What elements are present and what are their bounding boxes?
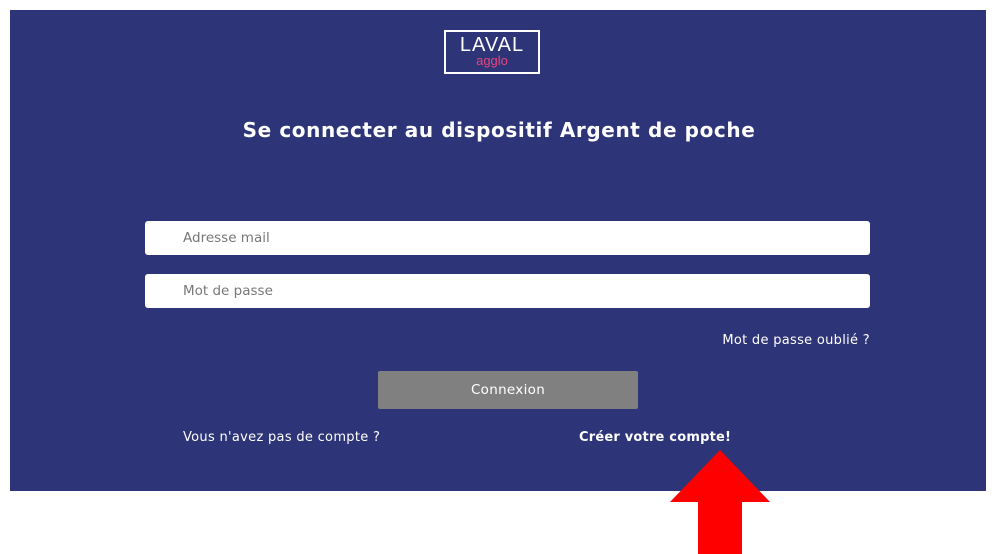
create-account-link[interactable]: Créer votre compte! xyxy=(579,430,731,445)
password-field[interactable] xyxy=(145,274,870,308)
forgot-password-link[interactable]: Mot de passe oublié ? xyxy=(722,333,870,348)
laval-agglo-logo: LAVAL agglo xyxy=(444,30,540,74)
logo-top-text: LAVAL xyxy=(459,34,525,56)
email-field[interactable] xyxy=(145,221,870,255)
page: LAVAL agglo Se connecter au dispositif A… xyxy=(0,0,994,554)
login-button[interactable]: Connexion xyxy=(378,371,638,409)
logo-bottom-text: agglo xyxy=(476,53,508,68)
up-arrow-icon xyxy=(670,450,770,554)
no-account-text: Vous n'avez pas de compte ? xyxy=(183,430,381,445)
page-title: Se connecter au dispositif Argent de poc… xyxy=(242,118,756,142)
